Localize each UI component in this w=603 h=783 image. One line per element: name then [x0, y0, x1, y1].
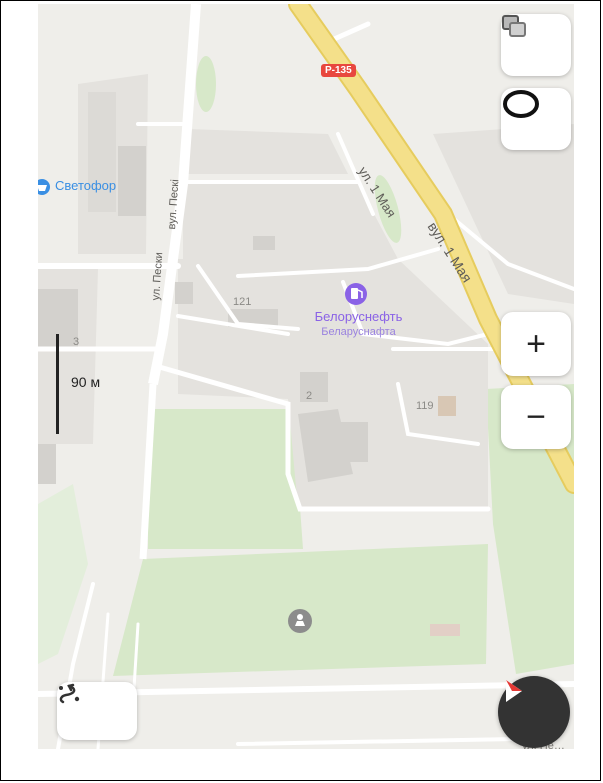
building	[300, 372, 328, 402]
map-mode-button[interactable]	[501, 88, 571, 150]
route-icon	[59, 683, 80, 704]
scale-label: 90 м	[71, 374, 101, 390]
map-view[interactable]: Р-135 ул. 1 Мая вул. 1 Мая ул. Пески вул…	[38, 4, 574, 749]
building	[338, 422, 368, 462]
zoom-in-symbol: +	[526, 325, 546, 363]
route-badge: Р-135	[321, 64, 356, 77]
building	[118, 146, 146, 216]
house-number: 119	[416, 400, 434, 412]
zoom-out-symbol: −	[526, 398, 546, 436]
zoom-in-button[interactable]: +	[501, 312, 571, 376]
house-number: 2	[306, 390, 313, 402]
shop-name[interactable]: Светофор	[55, 178, 116, 193]
building	[438, 396, 456, 416]
building	[175, 282, 193, 304]
green-patch	[196, 56, 216, 112]
building	[38, 444, 56, 484]
fuel-pump-icon	[351, 288, 358, 299]
building	[88, 92, 116, 212]
fuel-station-subname: Беларуснафта	[321, 326, 396, 338]
compass-icon	[506, 680, 522, 702]
building	[430, 624, 460, 636]
ellipse-mode-icon	[503, 90, 539, 118]
layers-button[interactable]	[501, 14, 571, 76]
city-block	[188, 129, 348, 174]
layers-icon	[502, 15, 526, 37]
house-number: 121	[233, 296, 252, 308]
route-button[interactable]	[57, 682, 137, 740]
fuel-station-name[interactable]: Белоруснефть	[301, 309, 416, 324]
compass-button[interactable]	[498, 676, 570, 748]
map-canvas[interactable]	[38, 4, 574, 749]
zoom-out-button[interactable]: −	[501, 385, 571, 449]
scale-bar	[56, 334, 59, 434]
building	[253, 236, 275, 250]
green-area	[148, 409, 303, 549]
house-number: 3	[73, 336, 80, 348]
